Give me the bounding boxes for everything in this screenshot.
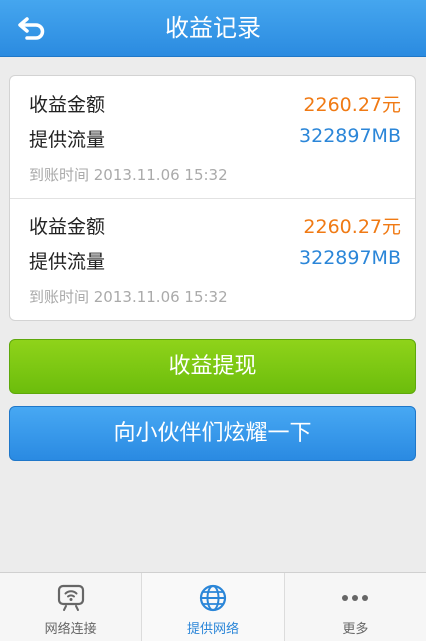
earnings-record: 收益金额 2260.27元 提供流量 322897MB 到账时间 2013.11… [10, 76, 415, 199]
tab-label: 提供网络 [186, 622, 239, 637]
globe-icon [196, 583, 230, 613]
tab-more[interactable]: 更多 [285, 573, 426, 641]
arrival-time: 到账时间 2013.11.06 15:32 [29, 288, 228, 306]
tab-label: 网络连接 [44, 622, 97, 637]
tab-provide-network[interactable]: 提供网络 [142, 573, 285, 641]
page-title: 收益记录 [165, 14, 261, 42]
earnings-records-card: 收益金额 2260.27元 提供流量 322897MB 到账时间 2013.11… [9, 75, 416, 321]
traffic-value: 322897MB [299, 125, 401, 147]
wifi-monitor-icon [54, 583, 88, 613]
more-dots-icon [338, 583, 372, 613]
arrival-time: 到账时间 2013.11.06 15:32 [29, 166, 228, 184]
amount-value: 2260.27元 [303, 94, 401, 116]
share-button[interactable]: 向小伙伴们炫耀一下 [9, 406, 416, 461]
traffic-value: 322897MB [299, 247, 401, 269]
traffic-label: 提供流量 [29, 129, 106, 151]
amount-value: 2260.27元 [303, 216, 401, 238]
earnings-record: 收益金额 2260.27元 提供流量 322897MB 到账时间 2013.11… [10, 198, 415, 320]
withdraw-button[interactable]: 收益提现 [9, 339, 416, 394]
header-bar: 收益记录 [0, 0, 426, 57]
tab-network-connect[interactable]: 网络连接 [0, 573, 143, 641]
amount-label: 收益金额 [29, 216, 106, 238]
bottom-tab-bar: 网络连接 提供网络 更多 [0, 572, 426, 641]
traffic-label: 提供流量 [29, 251, 106, 273]
tab-label: 更多 [342, 622, 369, 637]
amount-label: 收益金额 [29, 94, 106, 116]
